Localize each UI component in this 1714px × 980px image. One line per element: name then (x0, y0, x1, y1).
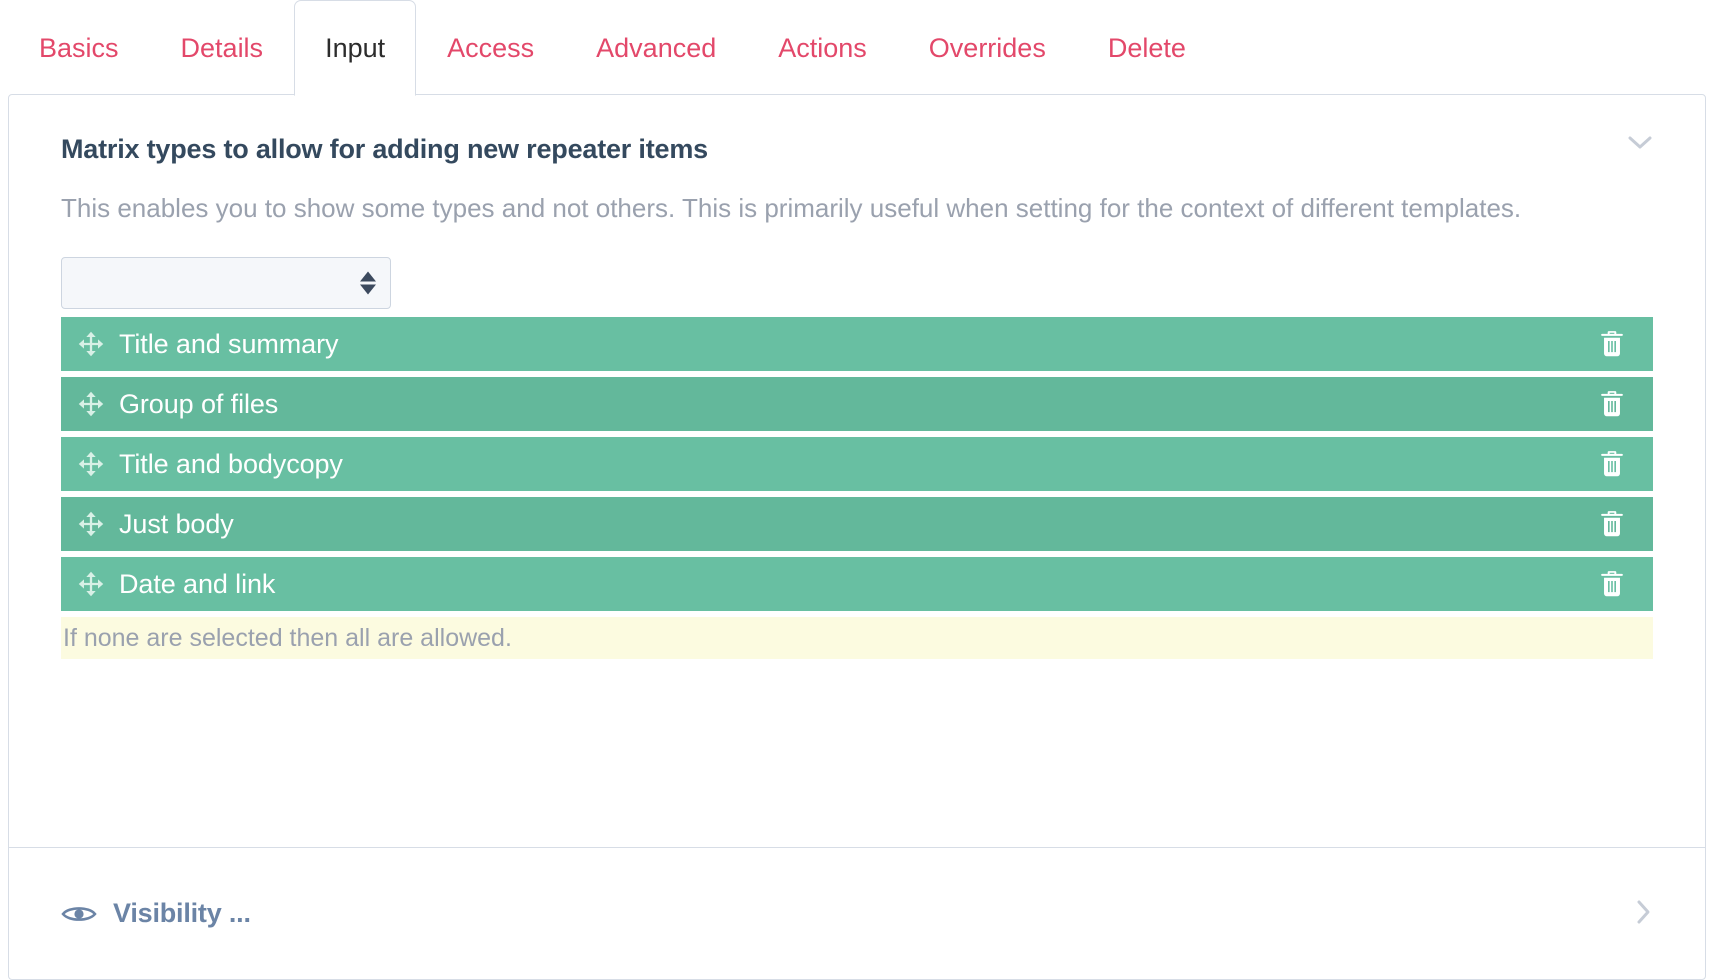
none-selected-notice: If none are selected then all are allowe… (61, 617, 1653, 660)
trash-icon[interactable] (1599, 330, 1625, 358)
trash-icon[interactable] (1599, 390, 1625, 418)
list-item[interactable]: Just body (61, 497, 1653, 552)
tab-label: Actions (778, 32, 867, 63)
input-settings-panel: Matrix types to allow for adding new rep… (8, 94, 1706, 980)
tab-overrides[interactable]: Overrides (898, 0, 1077, 95)
list-item[interactable]: Group of files (61, 377, 1653, 432)
list-item-label: Group of files (119, 388, 279, 419)
trash-icon[interactable] (1599, 510, 1625, 538)
tab-details[interactable]: Details (150, 0, 295, 95)
tab-label: Delete (1107, 32, 1186, 63)
tab-delete[interactable]: Delete (1077, 0, 1217, 95)
section-description: This enables you to show some types and … (61, 193, 1522, 224)
list-item[interactable]: Title and summary (61, 317, 1653, 372)
list-item-label: Date and link (119, 568, 276, 599)
none-selected-notice-text: If none are selected then all are allowe… (63, 623, 512, 652)
tab-label: Basics (39, 32, 119, 63)
matrix-type-select[interactable] (61, 257, 391, 310)
tab-advanced[interactable]: Advanced (565, 0, 747, 95)
list-item[interactable]: Date and link (61, 557, 1653, 612)
select-stepper-icon (360, 271, 376, 295)
tab-actions[interactable]: Actions (747, 0, 898, 95)
list-item-label: Title and summary (119, 328, 339, 359)
eye-icon (61, 902, 97, 926)
allowed-types-list: Title and summary Group of files Title a… (61, 317, 1653, 612)
tab-label: Input (325, 32, 386, 63)
tab-input[interactable]: Input (294, 0, 417, 96)
tab-label: Overrides (928, 32, 1046, 63)
move-icon[interactable] (77, 510, 105, 538)
trash-icon[interactable] (1599, 570, 1625, 598)
list-item[interactable]: Title and bodycopy (61, 437, 1653, 492)
move-icon[interactable] (77, 570, 105, 598)
chevron-down-icon[interactable] (1627, 133, 1653, 155)
visibility-section-toggle[interactable]: Visibility ... (9, 848, 1705, 979)
list-item-label: Just body (119, 508, 234, 539)
move-icon[interactable] (77, 450, 105, 478)
matrix-types-section: Matrix types to allow for adding new rep… (9, 95, 1705, 660)
visibility-label: Visibility ... (113, 898, 251, 928)
page-root: Basics Details Input Access Advanced Act… (0, 0, 1714, 980)
trash-icon[interactable] (1599, 450, 1625, 478)
tab-label: Details (180, 32, 264, 63)
matrix-type-select-wrap (61, 257, 391, 310)
chevron-right-icon[interactable] (1635, 898, 1653, 930)
section-header: Matrix types to allow for adding new rep… (61, 133, 1653, 165)
tab-label: Advanced (596, 32, 717, 63)
tab-bar: Basics Details Input Access Advanced Act… (0, 0, 1714, 96)
tab-access[interactable]: Access (416, 0, 565, 95)
move-icon[interactable] (77, 330, 105, 358)
section-title: Matrix types to allow for adding new rep… (61, 134, 708, 164)
tab-basics[interactable]: Basics (8, 0, 150, 95)
move-icon[interactable] (77, 390, 105, 418)
list-item-label: Title and bodycopy (119, 448, 343, 479)
tab-label: Access (447, 32, 535, 63)
